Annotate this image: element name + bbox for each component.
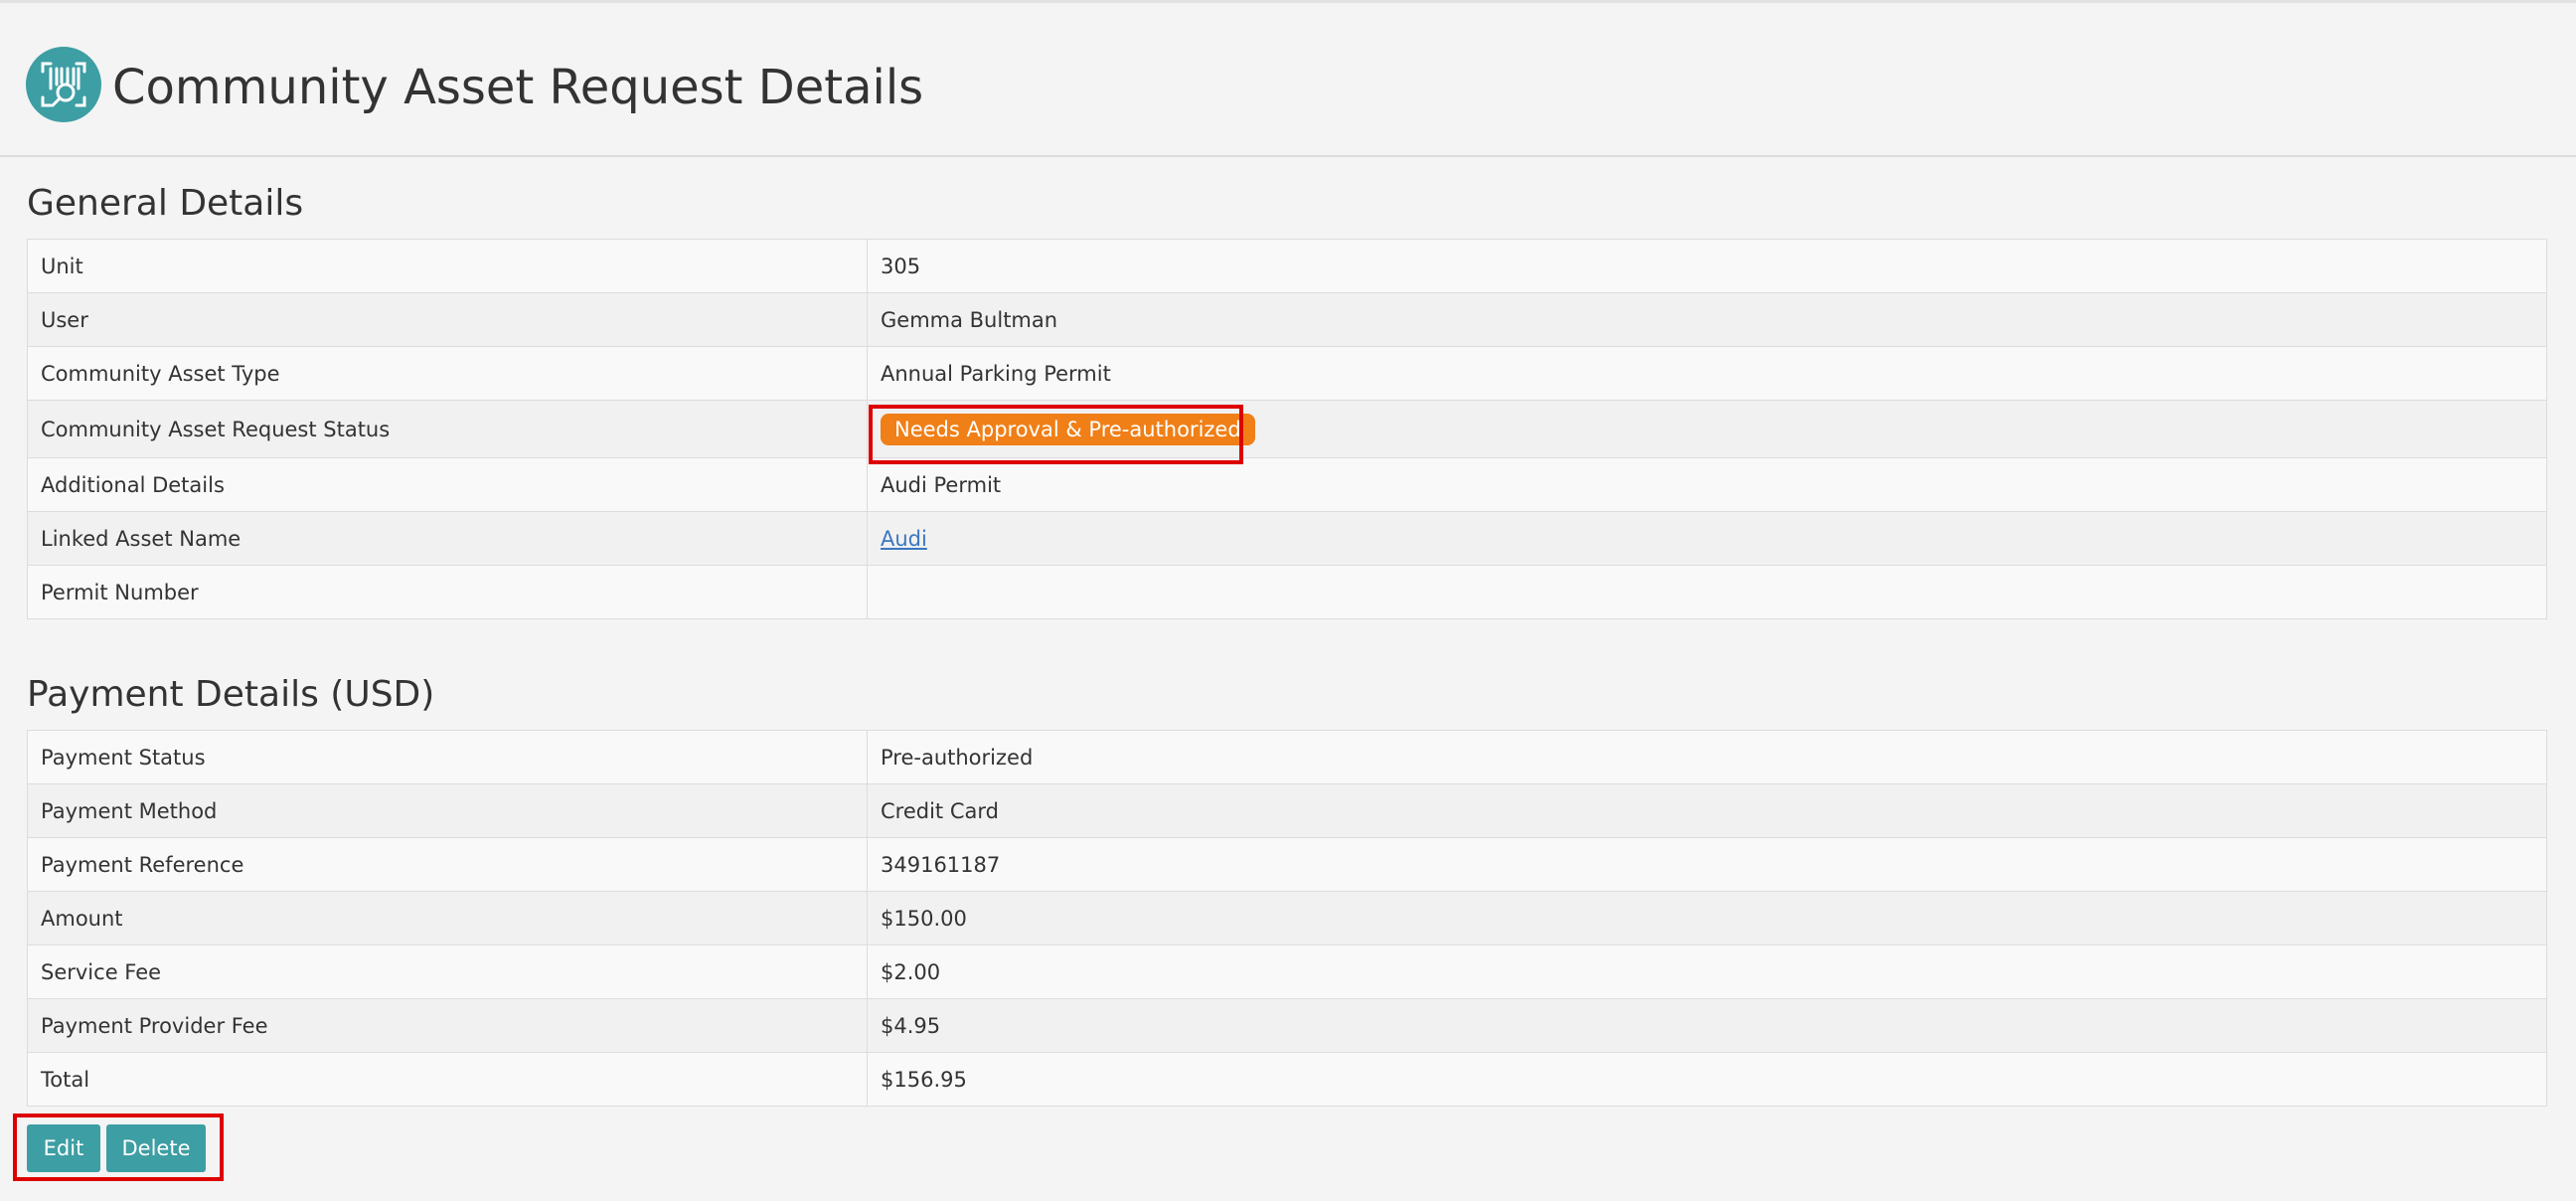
additional-details-label: Additional Details <box>27 457 868 512</box>
table-row: Payment Method Credit Card <box>27 783 2547 838</box>
request-status-label: Community Asset Request Status <box>27 400 868 458</box>
payment-status-label: Payment Status <box>27 730 868 784</box>
user-label: User <box>27 292 868 347</box>
table-row: Community Asset Request Status Needs App… <box>27 400 2547 458</box>
payment-status-value: Pre-authorized <box>867 730 2547 784</box>
amount-value: $150.00 <box>867 891 2547 945</box>
edit-button[interactable]: Edit <box>27 1124 100 1172</box>
request-status-cell: Needs Approval & Pre-authorized <box>867 400 2547 458</box>
general-details-heading: General Details <box>27 183 304 224</box>
barcode-scan-icon <box>26 47 101 122</box>
table-row: Permit Number <box>27 565 2547 619</box>
table-row: Additional Details Audi Permit <box>27 457 2547 512</box>
table-row: Payment Reference 349161187 <box>27 837 2547 892</box>
provider-fee-value: $4.95 <box>867 998 2547 1053</box>
provider-fee-label: Payment Provider Fee <box>27 998 868 1053</box>
permit-number-label: Permit Number <box>27 565 868 619</box>
table-row: Unit 305 <box>27 239 2547 293</box>
linked-asset-cell: Audi <box>867 511 2547 566</box>
total-label: Total <box>27 1052 868 1107</box>
table-row: Total $156.95 <box>27 1052 2547 1107</box>
user-value: Gemma Bultman <box>867 292 2547 347</box>
table-row: Payment Provider Fee $4.95 <box>27 998 2547 1053</box>
table-row: Service Fee $2.00 <box>27 944 2547 999</box>
unit-value: 305 <box>867 239 2547 293</box>
asset-type-label: Community Asset Type <box>27 346 868 401</box>
status-badge: Needs Approval & Pre-authorized <box>881 413 1255 445</box>
payment-method-label: Payment Method <box>27 783 868 838</box>
table-row: Community Asset Type Annual Parking Perm… <box>27 346 2547 401</box>
table-row: Linked Asset Name Audi <box>27 511 2547 566</box>
service-fee-value: $2.00 <box>867 944 2547 999</box>
table-row: Payment Status Pre-authorized <box>27 730 2547 784</box>
total-value: $156.95 <box>867 1052 2547 1107</box>
table-row: User Gemma Bultman <box>27 292 2547 347</box>
payment-reference-label: Payment Reference <box>27 837 868 892</box>
payment-details-heading: Payment Details (USD) <box>27 674 435 715</box>
payment-details-table: Payment Status Pre-authorized Payment Me… <box>27 730 2547 1107</box>
table-row: Amount $150.00 <box>27 891 2547 945</box>
service-fee-label: Service Fee <box>27 944 868 999</box>
general-details-table: Unit 305 User Gemma Bultman Community As… <box>27 239 2547 619</box>
asset-type-value: Annual Parking Permit <box>867 346 2547 401</box>
permit-number-value <box>867 565 2547 619</box>
delete-button[interactable]: Delete <box>106 1124 206 1172</box>
unit-label: Unit <box>27 239 868 293</box>
amount-label: Amount <box>27 891 868 945</box>
linked-asset-label: Linked Asset Name <box>27 511 868 566</box>
page-header: Community Asset Request Details <box>0 3 2576 157</box>
payment-reference-value: 349161187 <box>867 837 2547 892</box>
additional-details-value: Audi Permit <box>867 457 2547 512</box>
page-title: Community Asset Request Details <box>112 60 924 115</box>
payment-method-value: Credit Card <box>867 783 2547 838</box>
linked-asset-link[interactable]: Audi <box>881 527 927 551</box>
